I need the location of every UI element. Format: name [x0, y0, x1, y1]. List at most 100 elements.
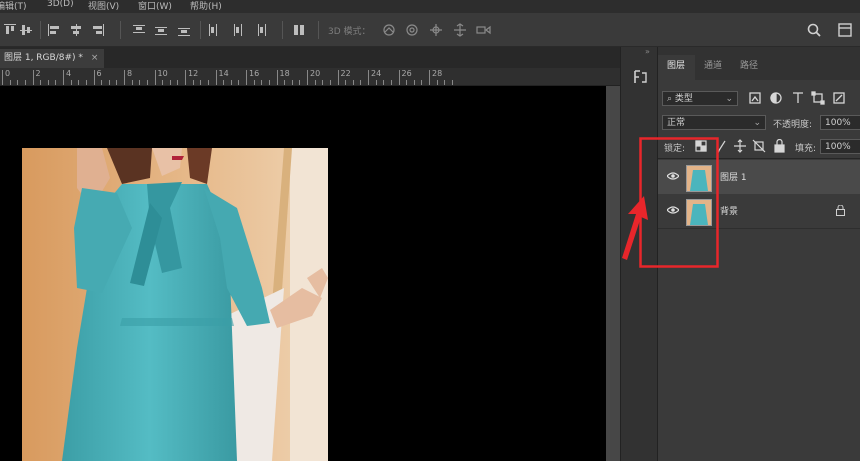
ruler-minor-tick — [131, 80, 133, 85]
align-left-edges-icon[interactable] — [48, 24, 60, 36]
tab-layers[interactable]: 图层 — [667, 58, 685, 71]
distribute-left-icon[interactable] — [208, 24, 220, 36]
ruler-label: 28 — [432, 69, 443, 78]
ruler-minor-tick — [55, 80, 57, 85]
ruler-minor-tick — [230, 80, 232, 85]
ruler-minor-tick — [436, 80, 438, 85]
distribute-horizontal-centers-icon[interactable] — [231, 24, 243, 36]
ruler-minor-tick — [70, 80, 72, 85]
ruler-minor-tick — [146, 80, 148, 85]
ruler-minor-tick — [108, 80, 110, 85]
ruler-minor-tick — [24, 80, 26, 85]
ruler-label: 4 — [66, 69, 72, 78]
distribute-vertical-centers-icon[interactable] — [155, 24, 167, 36]
ruler-minor-tick — [261, 80, 263, 85]
ruler-label: 2 — [35, 69, 41, 78]
ruler-label: 26 — [401, 69, 412, 78]
lock-position-icon[interactable] — [734, 139, 746, 153]
menu-help[interactable]: 帮助(H) — [190, 0, 222, 12]
distribute-bottom-icon[interactable] — [178, 24, 190, 36]
menu-view[interactable]: 视图(V) — [88, 0, 119, 12]
ruler-major-tick — [154, 70, 156, 85]
blend-mode-select[interactable]: 正常 ⌄ — [662, 115, 766, 130]
opacity-label: 不透明度: — [773, 120, 813, 130]
ruler-minor-tick — [299, 80, 301, 85]
ruler-minor-tick — [78, 80, 80, 85]
ruler-minor-tick — [17, 80, 19, 85]
ruler-major-tick — [368, 70, 369, 85]
ruler-major-tick — [398, 70, 400, 85]
fill-input[interactable]: 100% — [820, 139, 860, 154]
ruler-minor-tick — [322, 80, 324, 85]
align-top-edges-icon[interactable] — [4, 24, 16, 36]
ruler-label: 16 — [249, 69, 260, 78]
search-icon: ⌕ — [667, 94, 673, 104]
layer-filter-buttons — [749, 91, 845, 105]
ruler-minor-tick — [352, 80, 354, 85]
ruler-minor-tick — [40, 80, 42, 85]
chevron-down-icon: ⌄ — [753, 118, 761, 128]
align-horizontal-centers-icon[interactable] — [70, 24, 82, 36]
ruler-minor-tick — [192, 80, 194, 85]
filter-adjustment-icon[interactable] — [770, 92, 782, 104]
annotation-overlay — [622, 137, 719, 268]
menu-edit[interactable]: 编辑(T) — [0, 0, 27, 12]
menu-window[interactable]: 窗口(W) — [138, 0, 172, 12]
ruler-major-tick — [307, 70, 308, 85]
tab-channels[interactable]: 通道 — [704, 58, 722, 71]
close-tab-icon[interactable]: × — [91, 53, 99, 63]
filter-kind-value: 类型 — [674, 94, 693, 104]
ruler-minor-tick — [360, 80, 362, 85]
ruler-minor-tick — [9, 80, 11, 85]
panel-tab-bar: 图层 通道 路径 — [658, 47, 860, 80]
ruler-major-tick — [124, 70, 125, 85]
3d-scale-icon[interactable] — [476, 25, 491, 35]
lock-all-icon[interactable] — [774, 139, 785, 153]
document-tab-bar: 图层 1, RGB/8#) * × — [0, 47, 620, 68]
align-vertical-centers-icon[interactable] — [20, 24, 32, 36]
ruler-minor-tick — [139, 80, 141, 85]
dress-photo — [22, 148, 328, 461]
opacity-input[interactable]: 100% — [820, 115, 860, 130]
filter-smart-object-icon[interactable] — [833, 92, 845, 104]
ruler-minor-tick — [207, 80, 209, 85]
horizontal-ruler: 0 2 4 6 8 10 12 14 16 18 20 22 24 26 28 — [0, 68, 620, 86]
workspace-icon[interactable] — [838, 23, 852, 37]
ruler-minor-tick — [169, 80, 171, 85]
3d-orbit-icon[interactable] — [383, 24, 395, 36]
prevent-autonest-icon[interactable] — [752, 139, 766, 153]
layer-filter-select[interactable]: ⌕ 类型 ⌄ — [662, 91, 738, 106]
ruler-minor-tick — [268, 80, 270, 85]
collapse-arrows-icon[interactable]: » — [645, 47, 650, 56]
3d-slide-icon[interactable] — [454, 23, 466, 37]
ruler-minor-tick — [162, 80, 164, 85]
3d-pan-icon[interactable] — [430, 24, 442, 36]
ruler-major-tick — [337, 70, 339, 85]
ruler-major-tick — [246, 70, 247, 85]
ruler-minor-tick — [444, 80, 446, 85]
search-icon[interactable] — [807, 23, 821, 37]
document-tab[interactable]: 图层 1, RGB/8#) * × — [0, 49, 105, 68]
tab-paths[interactable]: 路径 — [740, 58, 758, 71]
align-right-edges-icon[interactable] — [92, 24, 104, 36]
menu-bar: 编辑(T) 3D(D) 视图(V) 窗口(W) 帮助(H) — [0, 0, 860, 13]
ruler-label: 8 — [127, 69, 133, 78]
ruler-minor-tick — [314, 80, 316, 85]
filter-type-icon[interactable] — [793, 92, 803, 103]
distribute-right-icon[interactable] — [254, 24, 266, 36]
distribute-top-icon[interactable] — [133, 24, 145, 36]
ruler-major-tick — [32, 70, 34, 85]
ruler-minor-tick — [291, 80, 293, 85]
ruler-minor-tick — [253, 80, 255, 85]
ruler-label: 20 — [310, 69, 321, 78]
auto-align-layers-icon[interactable] — [293, 24, 305, 36]
menu-3d[interactable]: 3D(D) — [47, 0, 74, 9]
filter-pixel-icon[interactable] — [749, 92, 761, 104]
filter-shape-icon[interactable] — [811, 91, 825, 105]
history-panel-icon[interactable] — [632, 69, 648, 85]
annotation-arrow-icon — [622, 196, 648, 260]
3d-roll-icon[interactable] — [406, 24, 418, 36]
ruler-minor-tick — [101, 80, 103, 85]
ruler-label: 10 — [157, 69, 168, 78]
ruler-minor-tick — [406, 80, 408, 85]
